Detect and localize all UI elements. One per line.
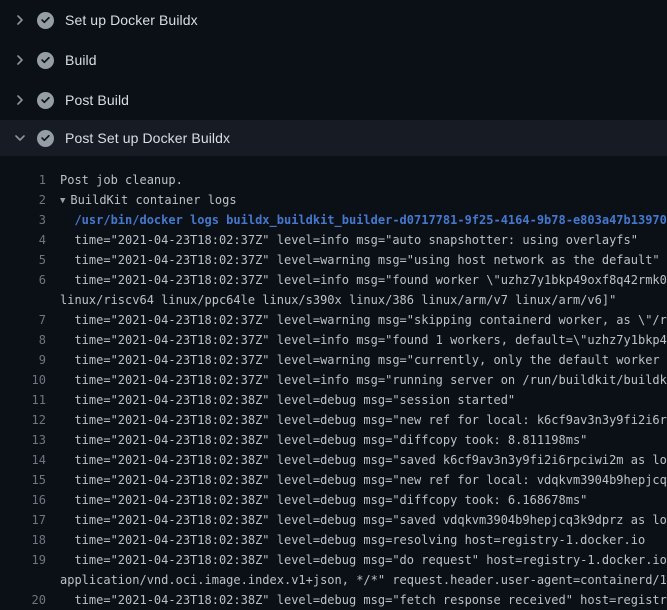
chevron-right-icon[interactable] [12,92,28,108]
log-line-number[interactable]: 3 [0,210,46,230]
step-title: Post Set up Docker Buildx [65,130,230,146]
log-line-number[interactable]: 12 [0,410,46,430]
log-line-text: time="2021-04-23T18:02:37Z" level=info m… [60,370,667,390]
log-line-number[interactable]: 17 [0,510,46,530]
step-header-set-up-docker-buildx[interactable]: Set up Docker Buildx [0,0,667,40]
log-line-number[interactable]: 19 [0,550,46,570]
log-line-number[interactable]: 10 [0,370,46,390]
log-line-text: time="2021-04-23T18:02:38Z" level=debug … [60,410,667,430]
check-circle-icon [37,12,54,29]
group-title[interactable]: BuildKit container logs [70,193,236,207]
log-line-number[interactable]: 2 [0,190,46,210]
check-circle-icon [37,52,54,69]
log-line: 14 time="2021-04-23T18:02:38Z" level=deb… [0,450,667,470]
log-line-text: time="2021-04-23T18:02:38Z" level=debug … [60,510,667,530]
log-line-text: time="2021-04-23T18:02:37Z" level=warnin… [60,310,667,330]
log-line-text: time="2021-04-23T18:02:37Z" level=info m… [60,270,667,290]
log-line-text: time="2021-04-23T18:02:37Z" level=warnin… [60,250,660,270]
log-line-text: application/vnd.oci.image.index.v1+json,… [60,570,667,590]
log-line-number[interactable]: 11 [0,390,46,410]
log-line: 15 time="2021-04-23T18:02:38Z" level=deb… [0,470,667,490]
log-line: 10 time="2021-04-23T18:02:37Z" level=inf… [0,370,667,390]
log-line: 17 time="2021-04-23T18:02:38Z" level=deb… [0,510,667,530]
log-command-text: /usr/bin/docker logs buildx_buildkit_bui… [60,210,667,230]
log-line-number[interactable]: 18 [0,530,46,550]
step-title: Post Build [65,92,129,108]
log-view: 1 Post job cleanup. 2 ▼ BuildKit container l… [0,156,667,610]
log-line: 18 time="2021-04-23T18:02:38Z" level=deb… [0,530,667,550]
log-line-text: time="2021-04-23T18:02:38Z" level=debug … [60,530,645,550]
log-line-number[interactable]: 7 [0,310,46,330]
log-line: 4 time="2021-04-23T18:02:37Z" level=info… [0,230,667,250]
log-line-number[interactable]: 20 [0,590,46,610]
log-line-text: time="2021-04-23T18:02:38Z" level=debug … [60,430,587,450]
log-line-number[interactable]: 16 [0,490,46,510]
log-line: 3 /usr/bin/docker logs buildx_buildkit_b… [0,210,667,230]
log-line: 19 time="2021-04-23T18:02:38Z" level=deb… [0,550,667,570]
log-line: 2 ▼ BuildKit container logs [0,190,667,210]
step-title: Build [65,52,97,68]
log-line: 12 time="2021-04-23T18:02:38Z" level=deb… [0,410,667,430]
log-line-number [0,570,46,590]
log-line: 16 time="2021-04-23T18:02:38Z" level=deb… [0,490,667,510]
step-header-post-set-up-docker-buildx[interactable]: Post Set up Docker Buildx [0,120,667,156]
step-title: Set up Docker Buildx [65,12,198,28]
log-line-number[interactable]: 5 [0,250,46,270]
log-line-text: Post job cleanup. [60,170,183,190]
step-header-list: Set up Docker Buildx Build Post Build Post … [0,0,667,156]
log-line-text: time="2021-04-23T18:02:38Z" level=debug … [60,550,667,570]
log-line-number[interactable]: 9 [0,350,46,370]
log-line-continuation: application/vnd.oci.image.index.v1+json,… [0,570,667,590]
log-line-text: time="2021-04-23T18:02:38Z" level=debug … [60,390,515,410]
log-line-number[interactable]: 6 [0,270,46,290]
log-line-number[interactable]: 1 [0,170,46,190]
log-line: 13 time="2021-04-23T18:02:38Z" level=deb… [0,430,667,450]
log-line-text: time="2021-04-23T18:02:38Z" level=debug … [60,590,667,610]
log-line-text: time="2021-04-23T18:02:37Z" level=info m… [60,230,638,250]
chevron-down-icon[interactable] [12,130,28,146]
check-circle-icon [37,92,54,109]
chevron-right-icon[interactable] [12,52,28,68]
log-line: 1 Post job cleanup. [0,170,667,190]
log-line: 11 time="2021-04-23T18:02:38Z" level=deb… [0,390,667,410]
log-line-number[interactable]: 13 [0,430,46,450]
log-line-text: time="2021-04-23T18:02:38Z" level=debug … [60,450,667,470]
log-line-number[interactable]: 8 [0,330,46,350]
log-line-text: time="2021-04-23T18:02:37Z" level=warnin… [60,350,667,370]
actions-log-panel: Set up Docker Buildx Build Post Build Post … [0,0,667,600]
log-line: 7 time="2021-04-23T18:02:37Z" level=warn… [0,310,667,330]
log-line-number[interactable]: 15 [0,470,46,490]
log-line: 5 time="2021-04-23T18:02:37Z" level=warn… [0,250,667,270]
log-line-text: ▼ BuildKit container logs [60,190,237,210]
log-line-text: linux/riscv64 linux/ppc64le linux/s390x … [60,290,616,310]
group-collapse-icon[interactable]: ▼ [60,191,65,211]
log-line-number[interactable]: 14 [0,450,46,470]
log-line: 8 time="2021-04-23T18:02:37Z" level=info… [0,330,667,350]
log-line: 9 time="2021-04-23T18:02:37Z" level=warn… [0,350,667,370]
log-line-text: time="2021-04-23T18:02:37Z" level=info m… [60,330,667,350]
check-circle-icon [37,130,54,147]
chevron-right-icon[interactable] [12,12,28,28]
step-header-build[interactable]: Build [0,40,667,80]
log-line-continuation: linux/riscv64 linux/ppc64le linux/s390x … [0,290,667,310]
log-line: 20 time="2021-04-23T18:02:38Z" level=deb… [0,590,667,610]
log-line-number[interactable]: 4 [0,230,46,250]
step-header-post-build[interactable]: Post Build [0,80,667,120]
log-line: 6 time="2021-04-23T18:02:37Z" level=info… [0,270,667,290]
log-line-text: time="2021-04-23T18:02:38Z" level=debug … [60,490,587,510]
log-line-number [0,290,46,310]
log-line-text: time="2021-04-23T18:02:38Z" level=debug … [60,470,667,490]
